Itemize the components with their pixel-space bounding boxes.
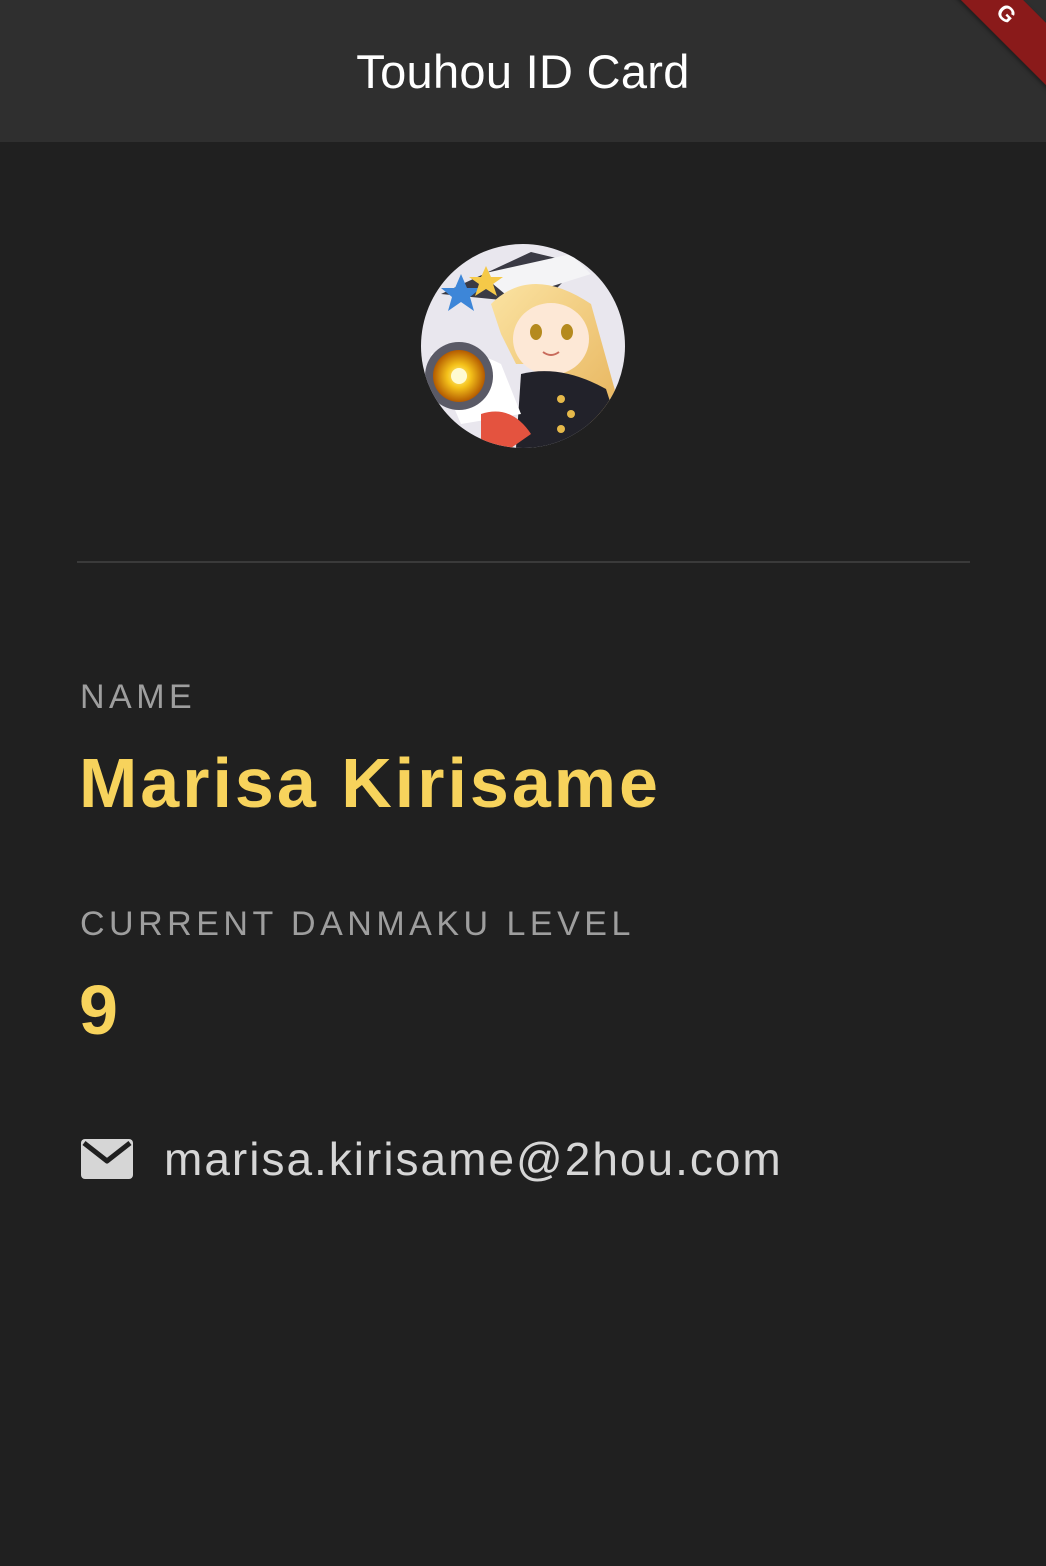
danmaku-level-value: 9 — [79, 971, 118, 1049]
danmaku-level-label: CURRENT DANMAKU LEVEL — [80, 905, 635, 943]
app-bar: Touhou ID Card G — [0, 0, 1046, 142]
app-bar-title: Touhou ID Card — [356, 44, 690, 98]
name-value: Marisa Kirisame — [79, 744, 661, 822]
avatar — [421, 244, 625, 448]
mail-icon — [80, 1137, 134, 1181]
email-text: marisa.kirisame@2hou.com — [164, 1133, 783, 1185]
debug-ribbon: G — [919, 0, 1046, 101]
character-portrait-avatar — [421, 244, 625, 448]
email-row: marisa.kirisame@2hou.com — [80, 1132, 783, 1186]
app-screen: Touhou ID Card G NAME Marisa Kirisame CU… — [0, 0, 1046, 1566]
name-label: NAME — [80, 678, 197, 716]
debug-ribbon-text: G — [991, 0, 1022, 29]
section-divider — [77, 561, 970, 563]
